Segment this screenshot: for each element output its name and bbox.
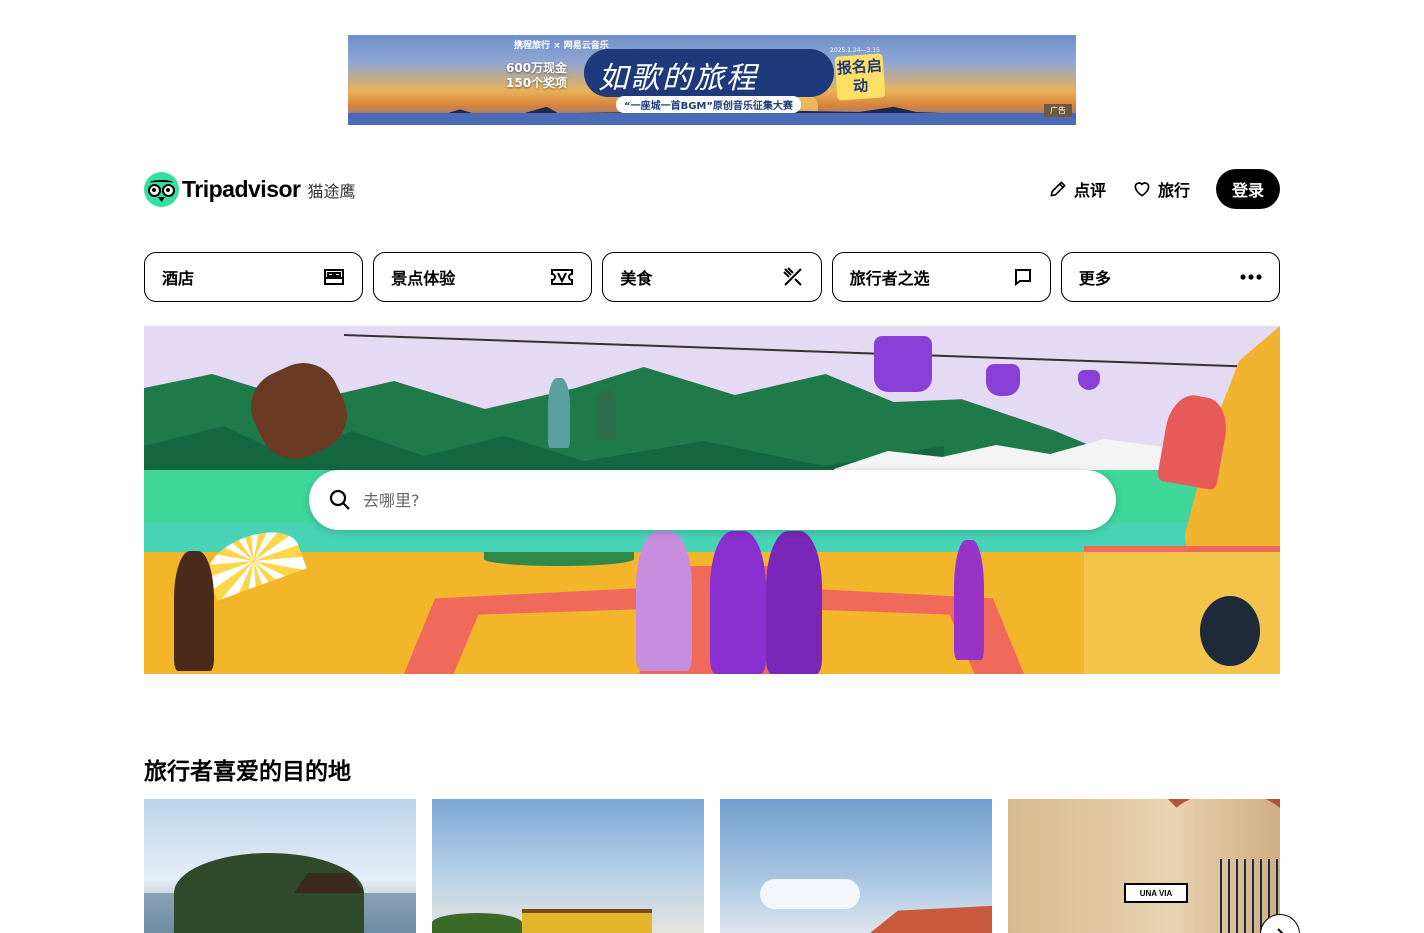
destination-card-1[interactable] [144, 799, 416, 933]
trips-button[interactable]: 旅行 [1132, 177, 1190, 201]
category-hotels[interactable]: 酒店 [144, 252, 364, 302]
search-icon [329, 489, 350, 510]
ad-water [348, 113, 1076, 125]
category-label: 景点体验 [391, 269, 456, 288]
category-label: 旅行者之选 [849, 269, 930, 288]
ad-signup-badge: 报名启动 [834, 53, 886, 101]
site-header: Tripadvisor 猫途鹰 点评 旅行 登录 [144, 169, 1280, 209]
bed-icon [324, 269, 345, 285]
category-attractions[interactable]: 景点体验 [373, 252, 593, 302]
hero-person-hiker [548, 378, 570, 448]
ad-prize-line1: 600万现金 [506, 61, 568, 75]
ad-title: 如歌的旅程 [598, 61, 758, 96]
category-travelers-choice[interactable]: 旅行者之选 [831, 252, 1051, 302]
logo-cn-text: 猫途鹰 [307, 181, 356, 201]
hero-boat [484, 552, 634, 566]
hero-person-binoculars [954, 540, 984, 660]
destination-card-4[interactable]: UNA VIA [1008, 799, 1280, 933]
header-actions: 点评 旅行 登录 [1048, 169, 1280, 209]
gondola-medium [986, 364, 1020, 396]
chevron-right-icon [1277, 928, 1284, 933]
hero-person-hiker2 [596, 390, 616, 440]
category-tabs: 酒店 景点体验 美食 旅行者之选 更多 [144, 252, 1281, 302]
owl-logo-icon [144, 172, 179, 207]
hero-cable [343, 334, 1280, 369]
search-bar[interactable] [309, 470, 1116, 530]
category-more[interactable]: 更多 [1060, 252, 1281, 302]
hero-person-beach3 [766, 531, 822, 674]
trips-label: 旅行 [1157, 181, 1190, 200]
ad-prize-line2: 150个奖项 [506, 76, 568, 90]
category-label: 更多 [1078, 269, 1111, 288]
ad-prize: 600万现金 150个奖项 [506, 61, 567, 91]
category-label: 美食 [620, 269, 653, 288]
ad-tag: 广告 [1044, 104, 1072, 117]
ad-subtitle: “一座城一首BGM”原创音乐征集大赛 [616, 96, 801, 113]
destination-card-3[interactable] [720, 799, 992, 933]
heart-icon [1134, 182, 1150, 197]
destination-card-2[interactable] [432, 799, 704, 933]
ad-brands: 携程旅行 × 网易云音乐 [514, 41, 609, 51]
utensils-icon [782, 267, 802, 286]
category-label: 酒店 [162, 269, 195, 288]
more-dots-icon [1240, 274, 1262, 280]
card-image-roof [870, 905, 992, 933]
search-input[interactable] [363, 490, 1063, 510]
card-image-cloud [760, 879, 860, 909]
card-image-building [522, 909, 652, 933]
ad-date: 2025.1.24—3.15 [830, 47, 880, 54]
pencil-icon [1050, 181, 1066, 197]
hero-person-left [174, 551, 214, 671]
card-image-rock [174, 853, 364, 933]
ad-banner[interactable]: 携程旅行 × 网易云音乐 600万现金 150个奖项 如歌的旅程 2025.1.… [348, 35, 1076, 125]
hero-person-beach1 [636, 531, 692, 671]
tripadvisor-logo[interactable]: Tripadvisor 猫途鹰 [144, 172, 356, 207]
card-image-trees [432, 913, 522, 933]
gondola-large [874, 336, 932, 392]
destinations-title: 旅行者喜爱的目的地 [144, 759, 351, 785]
chat-bubble-icon [1014, 269, 1031, 286]
login-button[interactable]: 登录 [1216, 169, 1280, 209]
destinations-carousel: UNA VIA [144, 799, 1324, 933]
review-label: 点评 [1073, 181, 1106, 200]
logo-text: Tripadvisor [182, 176, 301, 202]
card-image-street-sign: UNA VIA [1124, 883, 1188, 903]
category-restaurants[interactable]: 美食 [602, 252, 822, 302]
gondola-small [1078, 370, 1100, 390]
hero-person-wheelchair [1200, 596, 1260, 666]
review-button[interactable]: 点评 [1048, 177, 1106, 201]
hero-person-beach2 [710, 531, 766, 674]
ticket-icon [551, 269, 574, 285]
